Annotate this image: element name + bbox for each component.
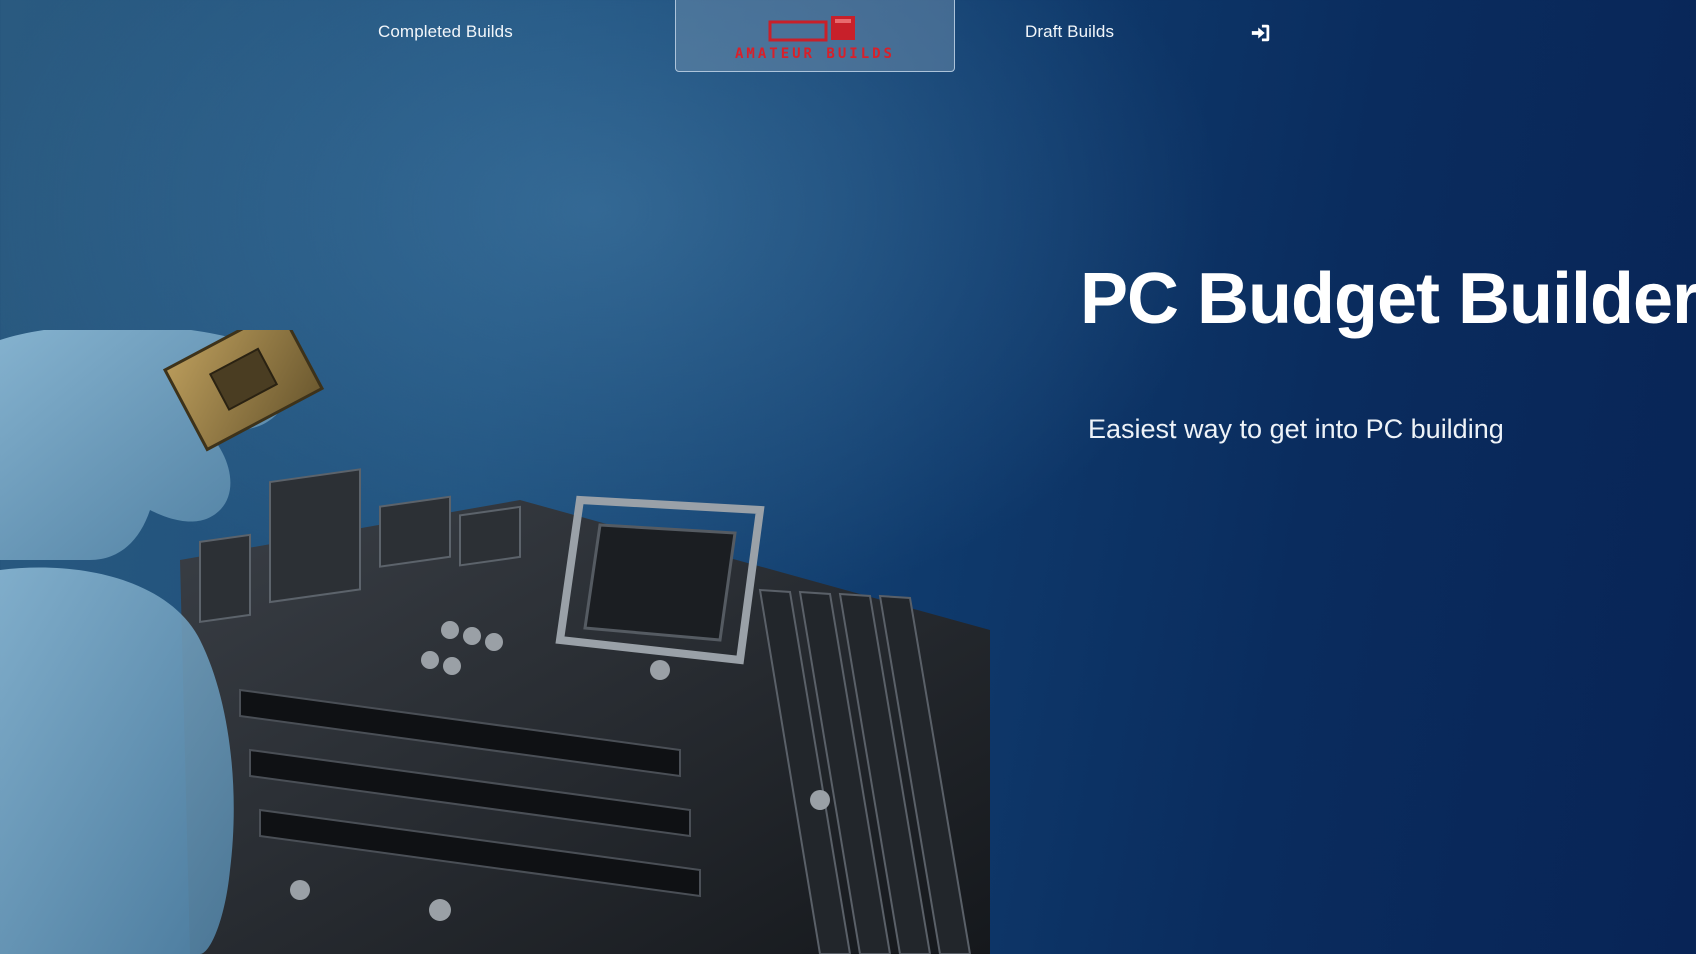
site-logo[interactable]: AMATEUR BUILDS xyxy=(675,0,955,72)
sign-in-icon[interactable] xyxy=(1250,22,1272,44)
hero-image-motherboard xyxy=(0,330,1000,954)
nav-completed-builds-link[interactable]: Completed Builds xyxy=(378,22,513,42)
logo-text: AMATEUR BUILDS xyxy=(734,45,895,62)
logo-pc-icon xyxy=(768,15,855,41)
hero-title: PC Budget Builder xyxy=(1080,259,1696,339)
nav-draft-builds-link[interactable]: Draft Builds xyxy=(1025,22,1114,42)
hero-subtitle: Easiest way to get into PC building xyxy=(1088,414,1504,444)
top-nav: Completed Builds AMATEUR BUILDS Draft Bu… xyxy=(0,0,1696,72)
